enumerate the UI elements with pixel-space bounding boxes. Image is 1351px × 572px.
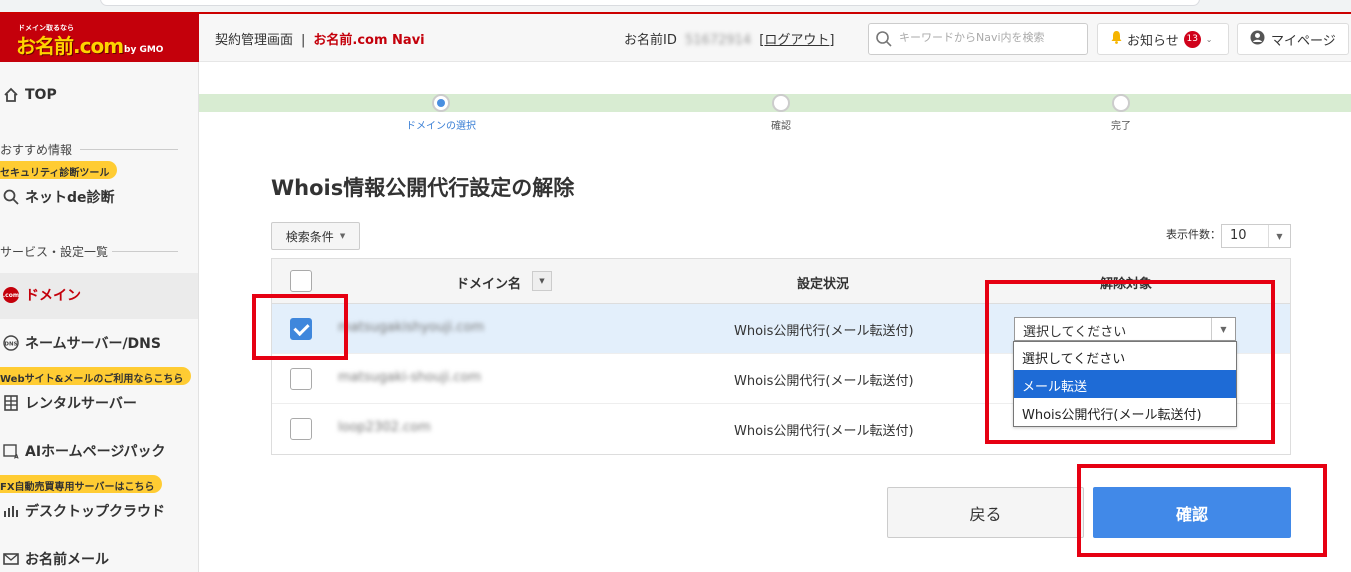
page-title: Whois情報公開代行設定の解除 xyxy=(271,176,575,200)
home-icon xyxy=(0,87,22,103)
header-bar: 契約管理画面 | お名前.com Navi お名前ID 51672914 [ログアウ… xyxy=(199,14,1351,62)
domain-com-icon: .com xyxy=(0,287,22,303)
logout-link[interactable]: ログアウト xyxy=(764,33,829,48)
table-header: ドメイン名 ▼ 設定状況 解除対象 xyxy=(272,259,1290,304)
caret-down-icon: ▼ xyxy=(1211,318,1235,340)
onamae-logo[interactable]: ドメイン取るなら お名前.com by GMO xyxy=(0,14,199,62)
column-header-status: 設定状況 xyxy=(797,277,850,292)
sidebar-item-label: デスクトップクラウド xyxy=(25,504,165,520)
caret-down-icon: ▼ xyxy=(1268,225,1290,247)
release-target-select[interactable]: 選択してください ▼ xyxy=(1014,317,1236,341)
step-dot-select xyxy=(432,94,450,112)
header-brand[interactable]: お名前.com Navi xyxy=(313,33,424,48)
column-header-target: 解除対象 xyxy=(1100,277,1153,292)
sidebar-item-label: AIホームページパック xyxy=(25,444,166,460)
release-target-value: 選択してください xyxy=(1023,325,1127,340)
column-header-domain: ドメイン名 xyxy=(456,277,522,292)
sort-domain-button[interactable]: ▼ xyxy=(532,271,552,291)
logo-suffix: by GMO xyxy=(124,45,164,55)
domain-name-cell: loop2302.com xyxy=(338,420,431,435)
chart-bars-icon xyxy=(0,503,22,519)
sidebar-item-label: ドメイン xyxy=(25,288,81,304)
mypage-button[interactable]: マイページ xyxy=(1237,23,1349,55)
sidebar-item-domain[interactable]: .com ドメイン xyxy=(0,284,81,306)
navi-search-input[interactable] xyxy=(899,31,1079,44)
domain-name-cell: matsugaki-shouji.com xyxy=(338,370,482,385)
per-page-value: 10 xyxy=(1230,228,1247,243)
back-button[interactable]: 戻る xyxy=(887,487,1084,538)
search-icon xyxy=(875,30,893,52)
sidebar-item-label: TOP xyxy=(25,87,57,103)
user-icon xyxy=(1250,30,1265,49)
step-label-complete: 完了 xyxy=(1111,121,1131,132)
mail-icon xyxy=(0,552,22,566)
row-checkbox[interactable] xyxy=(290,418,312,440)
release-target-dropdown-list: 選択してください メール転送 Whois公開代行(メール転送付) xyxy=(1013,341,1237,427)
sidebar-item-label: レンタルサーバー xyxy=(25,396,137,412)
step-label-select: ドメインの選択 xyxy=(406,121,476,132)
dropdown-option[interactable]: 選択してください xyxy=(1014,342,1236,370)
caret-down-icon: ▼ xyxy=(339,232,346,240)
sidebar-item-label: ネットde診断 xyxy=(25,190,115,206)
chevron-down-icon: ⌄ xyxy=(1205,34,1213,44)
server-icon xyxy=(0,395,22,411)
dns-icon: DNS xyxy=(0,335,22,351)
section-label-services: サービス・設定一覧 xyxy=(0,243,178,260)
browser-chrome xyxy=(0,0,1351,14)
step-dot-complete xyxy=(1112,94,1130,112)
header-section: 契約管理画面 xyxy=(215,33,294,48)
select-all-checkbox[interactable] xyxy=(290,270,312,292)
notice-button[interactable]: お知らせ 13 ⌄ xyxy=(1097,23,1229,55)
sidebar-item-top[interactable]: TOP xyxy=(0,84,57,106)
sidebar-item-nameserver[interactable]: DNS ネームサーバー/DNS xyxy=(0,332,161,354)
notice-label: お知らせ xyxy=(1127,33,1179,49)
logo-text: お名前.com xyxy=(16,34,124,58)
sidebar: ドメイン取るなら お名前.com by GMO TOP おすすめ情報 セキュリテ… xyxy=(0,14,199,572)
search-conditions-label: 検索条件 xyxy=(285,229,334,244)
navi-search-box[interactable] xyxy=(868,23,1088,55)
row-checkbox[interactable] xyxy=(290,368,312,390)
step-dot-confirm xyxy=(772,94,790,112)
sidebar-item-desktop-cloud[interactable]: デスクトップクラウド xyxy=(0,500,165,522)
status-cell: Whois公開代行(メール転送付) xyxy=(734,324,914,339)
row-checkbox[interactable] xyxy=(290,318,312,340)
search-icon xyxy=(0,189,22,205)
web-mail-tag: Webサイト&メールのご利用ならこちら xyxy=(0,367,192,385)
search-conditions-button[interactable]: 検索条件 ▼ xyxy=(271,222,360,250)
address-bar[interactable] xyxy=(100,0,1200,6)
account-id: お名前ID 51672914 [ログアウト] xyxy=(624,33,835,48)
security-tool-tag: セキュリティ診断ツール xyxy=(0,161,118,179)
sidebar-item-ai-homepage[interactable]: AI AIホームページパック xyxy=(0,440,166,462)
confirm-button[interactable]: 確認 xyxy=(1093,487,1291,538)
section-label-recommend: おすすめ情報 xyxy=(0,141,178,158)
sidebar-item-rental-server[interactable]: レンタルサーバー xyxy=(0,392,137,414)
sidebar-item-label: お名前メール xyxy=(25,552,109,568)
step-label-confirm: 確認 xyxy=(771,121,791,132)
svg-text:AI: AI xyxy=(14,454,19,460)
mypage-label: マイページ xyxy=(1271,33,1336,49)
header-title: 契約管理画面 | お名前.com Navi xyxy=(215,29,425,48)
account-id-label: お名前ID xyxy=(624,33,677,48)
fx-server-tag: FX自動売買専用サーバーはこちら xyxy=(0,475,163,493)
sidebar-item-onamae-mail[interactable]: お名前メール xyxy=(0,548,109,570)
bell-icon xyxy=(1110,30,1123,48)
ai-homepage-icon: AI xyxy=(0,443,22,459)
status-cell: Whois公開代行(メール転送付) xyxy=(734,374,914,389)
header-separator: | xyxy=(301,33,306,48)
sidebar-item-net-diagnosis[interactable]: ネットde診断 xyxy=(0,186,115,208)
per-page-label: 表示件数： xyxy=(1166,228,1221,241)
account-id-value: 51672914 xyxy=(685,33,752,48)
sidebar-item-label: ネームサーバー/DNS xyxy=(25,336,161,352)
status-cell: Whois公開代行(メール転送付) xyxy=(734,424,914,439)
dropdown-option[interactable]: Whois公開代行(メール転送付) xyxy=(1014,398,1236,426)
dropdown-option-highlighted[interactable]: メール転送 xyxy=(1014,370,1236,398)
per-page-select[interactable]: 10 ▼ xyxy=(1221,224,1291,248)
notice-count-badge: 13 xyxy=(1183,30,1201,48)
svg-text:DNS: DNS xyxy=(4,342,17,348)
domain-name-cell: matsugakishyouji.com xyxy=(338,320,485,335)
